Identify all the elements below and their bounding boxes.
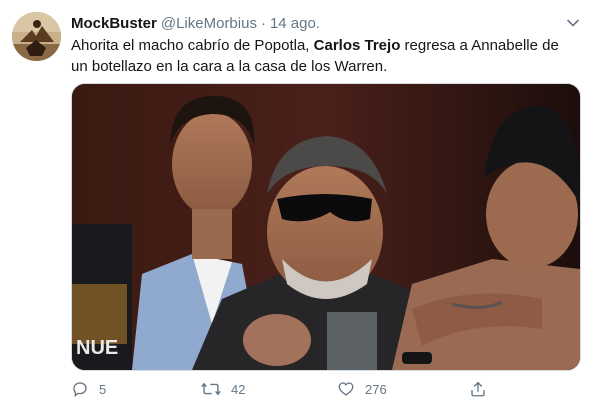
share-button[interactable]	[469, 380, 487, 398]
tweet-actions: 5 42 276	[71, 377, 576, 401]
chevron-down-icon[interactable]	[564, 14, 582, 32]
tweet-date[interactable]: 14 ago.	[270, 15, 320, 32]
avatar[interactable]	[12, 12, 61, 61]
heart-icon	[338, 382, 354, 396]
separator-dot: ·	[260, 14, 266, 32]
tweet[interactable]: MockBuster @LikeMorbius · 14 ago. Ahorit…	[0, 0, 592, 406]
like-button[interactable]: 276	[337, 380, 387, 398]
retweet-icon	[201, 382, 221, 396]
retweet-count: 42	[231, 381, 246, 397]
author-handle[interactable]: @LikeMorbius	[161, 15, 257, 32]
avatar-image	[12, 12, 61, 61]
tweet-text-mention: Carlos Trejo	[313, 37, 401, 54]
author-name[interactable]: MockBuster	[71, 15, 157, 32]
reply-icon	[73, 382, 87, 397]
tweet-header: MockBuster @LikeMorbius · 14 ago.	[71, 12, 582, 34]
like-count: 276	[365, 381, 387, 397]
retweet-button[interactable]: 42	[201, 380, 245, 398]
photo-logo-text: NUE	[76, 337, 118, 359]
share-icon	[471, 381, 485, 397]
tweet-photo[interactable]: NUE	[71, 83, 581, 371]
reply-count: 5	[99, 381, 107, 397]
tweet-text: Ahorita el macho cabrío de Popotla, Carl…	[71, 35, 576, 77]
photo-image: NUE	[72, 84, 580, 370]
tweet-text-start: Ahorita el macho cabrío de Popotla,	[71, 37, 314, 54]
reply-button[interactable]: 5	[71, 380, 106, 398]
